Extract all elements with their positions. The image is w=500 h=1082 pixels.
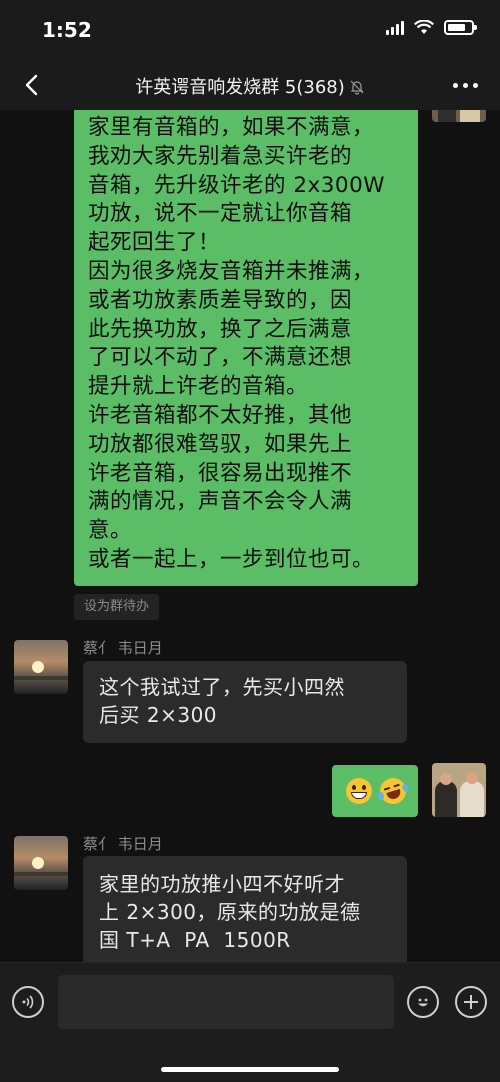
status-time: 1:52 bbox=[42, 18, 92, 42]
chat-header: 许英谔音响发烧群 5(368) bbox=[0, 60, 500, 110]
chat-title: 许英谔音响发烧群 5(368) bbox=[135, 77, 345, 98]
message-bubble-other[interactable]: 这个我试过了，先买小四然 后买 2×300 bbox=[83, 661, 407, 743]
my-avatar[interactable] bbox=[432, 763, 486, 817]
more-button[interactable] bbox=[453, 83, 478, 88]
sender-avatar[interactable] bbox=[14, 640, 68, 694]
sender-name: 蔡亻 韦日月 bbox=[83, 835, 163, 853]
message-bubble-other[interactable]: 家里的功放推小四不好听才 上 2×300，原来的功放是德 国 T+A PA 15… bbox=[83, 856, 407, 962]
set-group-todo-button[interactable]: 设为群待办 bbox=[74, 594, 160, 620]
wifi-icon bbox=[414, 20, 434, 34]
sender-name: 蔡亻 韦日月 bbox=[83, 639, 163, 657]
status-bar: 1:52 bbox=[0, 0, 500, 60]
voice-button[interactable] bbox=[12, 986, 44, 1018]
battery-icon bbox=[444, 20, 477, 35]
mute-bell-icon bbox=[350, 80, 364, 95]
voice-wave-icon bbox=[22, 995, 34, 1009]
message-bubble-mine[interactable]: 家里有音箱的，如果不满意， 我劝大家先别着急买许老的 音箱，先升级许老的 2x3… bbox=[74, 110, 418, 586]
more-dot bbox=[453, 83, 458, 88]
smiley-icon bbox=[418, 998, 428, 1007]
my-avatar[interactable] bbox=[432, 110, 486, 122]
chat-message-list[interactable]: 家里有音箱的，如果不满意， 我劝大家先别着急买许老的 音箱，先升级许老的 2x3… bbox=[0, 110, 500, 962]
message-bubble-mine[interactable] bbox=[332, 765, 418, 817]
message-input[interactable] bbox=[58, 975, 394, 1029]
plus-icon bbox=[464, 995, 478, 1009]
grinning-face-icon bbox=[346, 778, 372, 804]
more-dot bbox=[463, 83, 468, 88]
status-icons bbox=[386, 20, 477, 35]
sender-avatar[interactable] bbox=[14, 836, 68, 890]
input-bar bbox=[0, 962, 500, 1082]
cellular-signal-icon bbox=[386, 20, 404, 35]
message-text: 这个我试过了，先买小四然 后买 2×300 bbox=[99, 675, 345, 727]
more-dot bbox=[473, 83, 478, 88]
message-text: 家里有音箱的，如果不满意， 我劝大家先别着急买许老的 音箱，先升级许老的 2x3… bbox=[88, 115, 386, 572]
emoji-button[interactable] bbox=[407, 986, 439, 1018]
more-functions-button[interactable] bbox=[455, 986, 487, 1018]
laughing-tears-face-icon bbox=[376, 774, 410, 808]
home-indicator[interactable] bbox=[161, 1067, 339, 1072]
message-text: 家里的功放推小四不好听才 上 2×300，原来的功放是德 国 T+A PA 15… bbox=[99, 872, 361, 952]
chat-title-wrap[interactable]: 许英谔音响发烧群 5(368) bbox=[0, 73, 500, 99]
